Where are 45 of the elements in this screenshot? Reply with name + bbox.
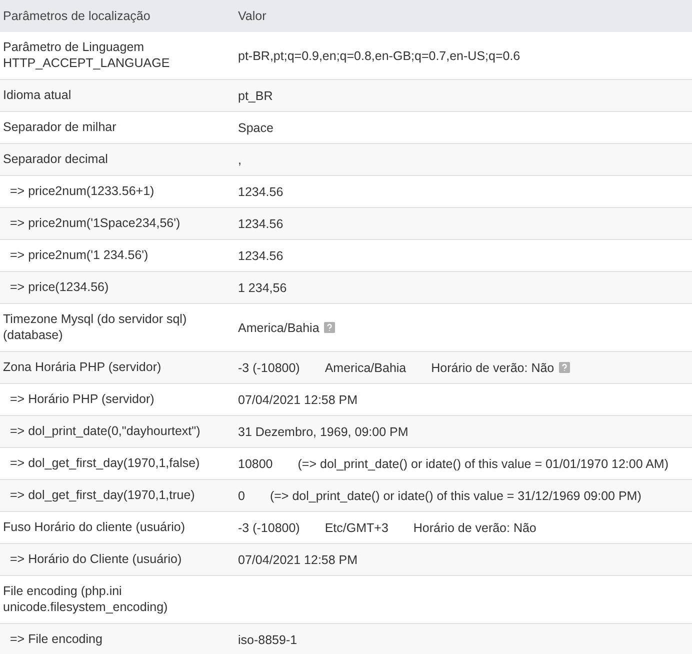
column-header: Valor [237,8,268,25]
value-text: Etc/GMT+3 [324,520,388,534]
value-text: America/Bahia [324,360,406,374]
value-text: 1234.56 [238,184,284,198]
parameter-label: Separador decimal [3,151,108,167]
parameter-label: => File encoding [10,631,102,647]
value-text: America/Bahia [238,320,320,334]
value-text: (=> dol_print_date() or idate() of this value = 01/01/1970 12:00 AM) [298,456,668,470]
value-text: 1 234,56 [238,280,287,294]
value-text: 31 Dezembro, 1969, 09:00 PM [238,424,408,438]
parameter-label: => price2num('1 234.56') [10,247,148,263]
value-text: 10800 [238,456,273,470]
help-icon[interactable] [559,362,570,373]
help-icon[interactable] [324,322,336,333]
value-text: -3 (-10800) [238,360,300,374]
value-text: 0 [238,488,245,502]
value-text: -3 (-10800) [238,520,300,534]
parameter-label: Timezone Mysql (do servidor sql) (database) [3,311,188,343]
value-text: Space [238,120,274,134]
parameter-label: => dol_get_first_day(1970,1,true) [10,487,195,503]
value-text: pt-BR,pt;q=0.9,en;q=0.8,en-GB;q=0.7,en-US;q=0.6 [238,48,520,62]
parameter-label: Fuso Horário do cliente (usuário) [3,519,186,535]
parameter-label: => Horário PHP (servidor) [10,391,154,407]
column-header: Parâmetros de localização [2,8,152,25]
parameter-label: Parâmetro de Linguagem HTTP_ACCEPT_LANGUAGE [3,39,171,71]
parameter-label: => dol_get_first_day(1970,1,false) [10,455,200,471]
parameter-label: => dol_print_date(0,"dayhourtext") [10,423,200,439]
parameter-label: => price2num('1Space234,56') [10,215,180,231]
value-text: 07/04/2021 12:58 PM [238,392,358,406]
value-text: 1234.56 [238,248,284,262]
parameter-label: Zona Horária PHP (servidor) [3,359,162,375]
value-text: Horário de verão: Não [413,520,536,534]
value-text: iso-8859-1 [238,632,298,646]
value-text: 07/04/2021 12:58 PM [238,552,358,566]
parameter-label: => price(1234.56) [10,279,109,295]
value-text: , [238,152,242,166]
parameter-label: Separador de milhar [3,119,116,135]
value-text: 1234.56 [238,216,284,230]
parameter-label: File encoding (php.ini unicode.filesystem_encoding) [3,583,169,615]
parameter-label: => price2num(1233.56+1) [10,183,154,199]
value-text: Horário de verão: Não [431,360,554,374]
value-text: pt_BR [238,88,273,102]
parameter-label: Idioma atual [3,87,72,103]
parameter-label: => Horário do Cliente (usuário) [10,551,182,567]
value-text: (=> dol_print_date() or idate() of this value = 31/12/1969 09:00 PM) [270,488,642,502]
